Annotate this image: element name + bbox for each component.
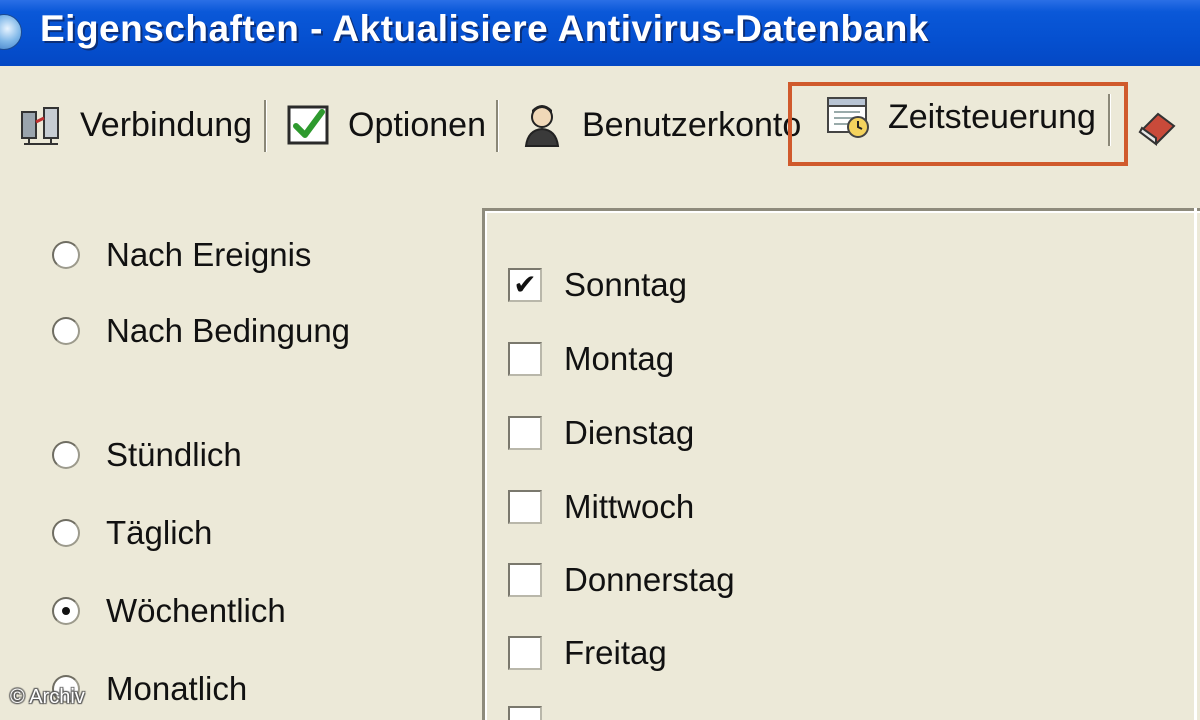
- radio-button[interactable]: [52, 317, 80, 345]
- radio-stuendlich[interactable]: Stündlich: [52, 436, 242, 474]
- radio-button[interactable]: [52, 241, 80, 269]
- copyright-watermark: © Archiv: [10, 686, 85, 708]
- radio-taeglich[interactable]: Täglich: [52, 514, 212, 552]
- active-tab-highlight: [788, 82, 1128, 166]
- checkbox-dienstag[interactable]: Dienstag: [508, 414, 694, 452]
- checkbox[interactable]: [508, 563, 542, 597]
- title-bar[interactable]: Eigenschaften - Aktualisiere Antivirus-D…: [0, 0, 1200, 67]
- checkbox-label: Montag: [564, 340, 675, 377]
- radio-nach-bedingung[interactable]: Nach Bedingung: [52, 312, 350, 350]
- checkbox-donnerstag[interactable]: Donnerstag: [508, 561, 735, 599]
- app-globe-icon: [0, 14, 22, 50]
- tab-verbindung[interactable]: Verbindung: [18, 94, 252, 156]
- tab-partial[interactable]: [1134, 94, 1196, 156]
- checkbox-samstag-partial[interactable]: [508, 706, 564, 720]
- radio-button[interactable]: [52, 519, 80, 547]
- tab-separator: [264, 100, 267, 152]
- radio-nach-ereignis[interactable]: Nach Ereignis: [52, 236, 311, 274]
- checkbox[interactable]: [508, 416, 542, 450]
- radio-label: Stündlich: [106, 436, 242, 473]
- radio-label: Täglich: [106, 514, 213, 551]
- checkbox-mittwoch[interactable]: Mittwoch: [508, 488, 694, 526]
- tab-optionen[interactable]: Optionen: [286, 94, 486, 156]
- checkbox-label: Donnerstag: [564, 561, 735, 598]
- checkbox-label: Mittwoch: [564, 488, 695, 525]
- radio-label: Nach Ereignis: [106, 236, 312, 273]
- checkbox[interactable]: [508, 706, 542, 720]
- tab-strip: Verbindung Optionen Benutzerkonto Zeitst…: [0, 66, 1200, 176]
- radio-button-selected[interactable]: [52, 597, 80, 625]
- radio-button[interactable]: [52, 441, 80, 469]
- tab-separator: [496, 100, 499, 152]
- tab-label: Benutzerkonto: [582, 105, 802, 144]
- checkbox-freitag[interactable]: Freitag: [508, 634, 667, 672]
- user-icon: [524, 105, 560, 147]
- radio-label: Wöchentlich: [106, 592, 286, 629]
- panel-edge: [1194, 208, 1197, 720]
- properties-window: Eigenschaften - Aktualisiere Antivirus-D…: [0, 0, 1200, 720]
- checkbox-label: Dienstag: [564, 414, 695, 451]
- tab-label: Verbindung: [80, 105, 253, 144]
- checkbox[interactable]: [508, 490, 542, 524]
- network-icon: [21, 107, 59, 145]
- radio-label: Nach Bedingung: [106, 312, 351, 349]
- checkbox-label: Freitag: [564, 634, 667, 671]
- checkbox-montag[interactable]: Montag: [508, 340, 674, 378]
- window-title: Eigenschaften - Aktualisiere Antivirus-D…: [40, 8, 929, 49]
- radio-woechentlich[interactable]: Wöchentlich: [52, 592, 286, 630]
- checkbox-checked[interactable]: ✔: [508, 268, 542, 302]
- checkbox-label: Sonntag: [564, 266, 687, 303]
- tab-label: Optionen: [348, 105, 486, 144]
- checkbox[interactable]: [508, 636, 542, 670]
- checkmark-icon: [287, 105, 329, 145]
- tab-benutzerkonto[interactable]: Benutzerkonto: [520, 94, 801, 156]
- partial-tab-icon: [1138, 112, 1176, 146]
- checkbox[interactable]: [508, 342, 542, 376]
- radio-label: Monatlich: [106, 670, 248, 707]
- checkbox-sonntag[interactable]: ✔ Sonntag: [508, 266, 687, 304]
